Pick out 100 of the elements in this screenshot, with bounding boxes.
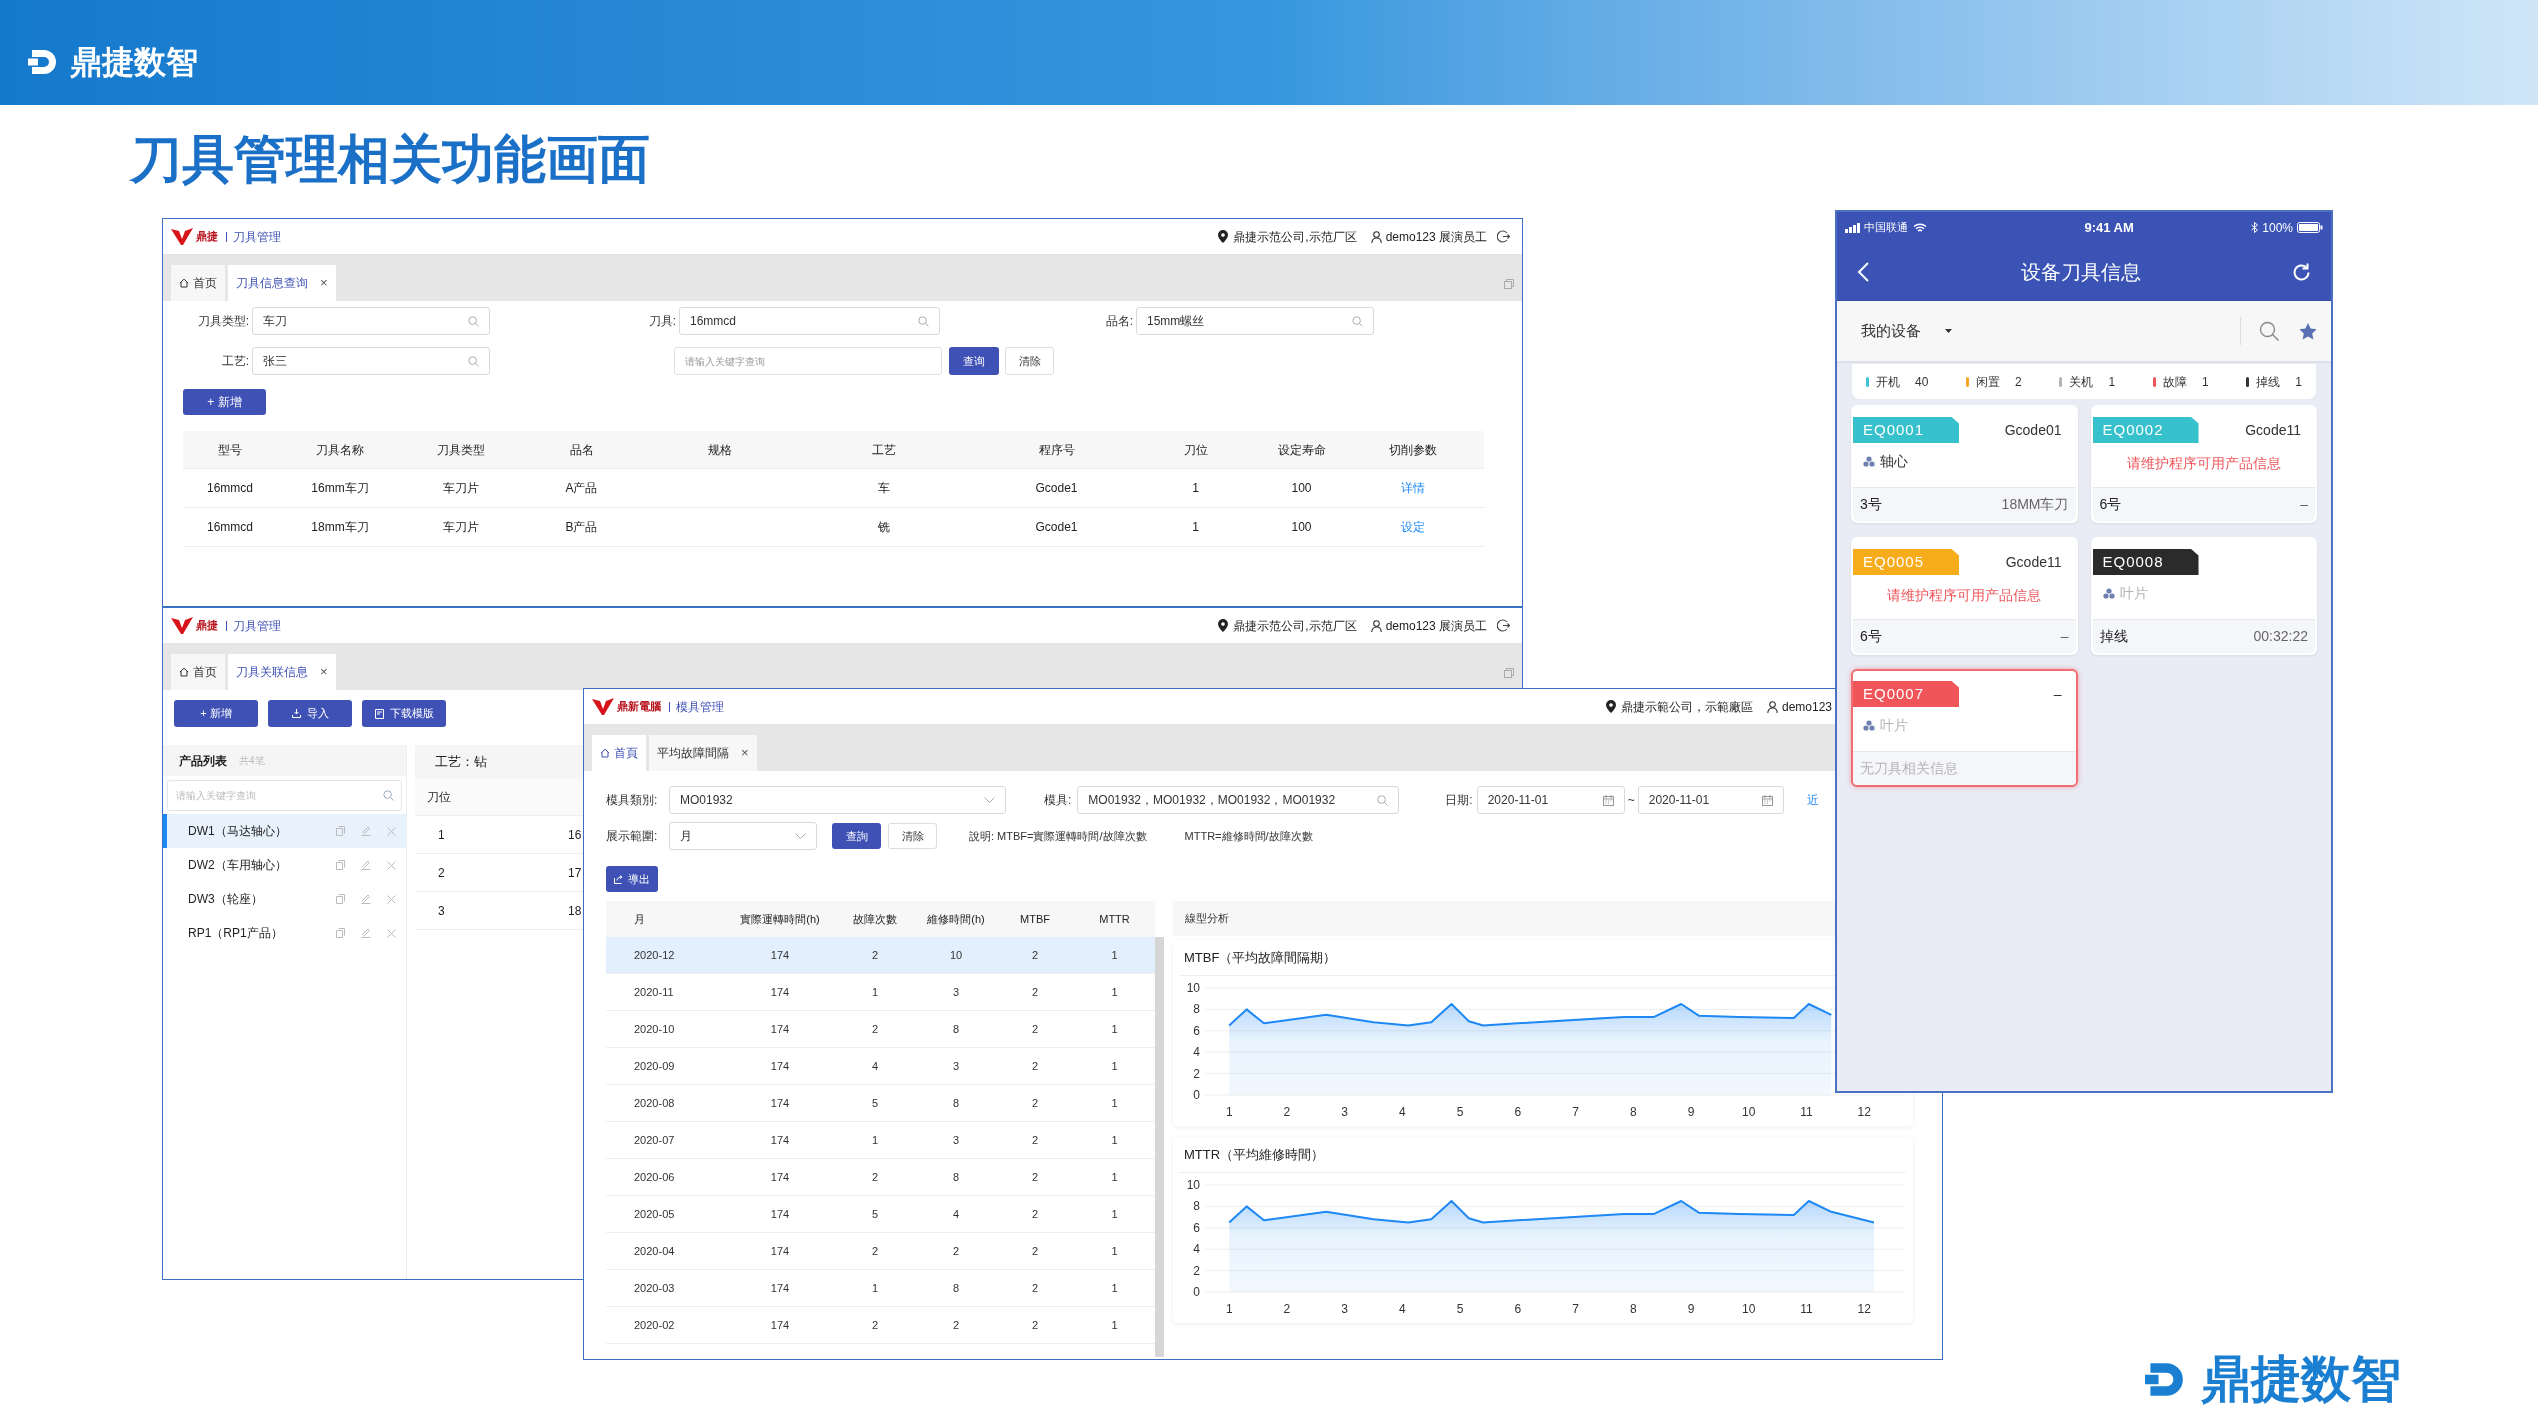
calendar-icon[interactable] [1761, 794, 1773, 806]
module-title: 刀具管理 [233, 617, 281, 635]
clear-button[interactable]: 清除 [888, 823, 937, 849]
window-restore-icon[interactable] [1504, 279, 1514, 289]
table-cell: 174 [770, 1170, 790, 1183]
axis-tick-label: 9 [1687, 1302, 1695, 1316]
download-icon [291, 709, 301, 718]
input-field[interactable]: 车刀 [252, 307, 490, 335]
search-field[interactable]: 请输入关键字查询 [167, 780, 402, 811]
column-header: 型号 [218, 442, 242, 457]
link[interactable]: 详情 [1400, 481, 1425, 495]
calendar-icon[interactable] [1602, 794, 1614, 806]
scrollbar[interactable] [1155, 937, 1164, 1357]
field-label: 展示範圍: [606, 828, 659, 845]
table-cell-text: 1 [438, 826, 446, 844]
delete-icon[interactable] [387, 860, 396, 870]
logout-icon[interactable] [1497, 230, 1510, 243]
device-card[interactable]: EQ0007 – 叶片 无刀具相关信息 [1851, 669, 2078, 787]
tab[interactable]: 首页 [171, 265, 225, 301]
tab[interactable]: 平均故障間隔 × [649, 735, 757, 771]
star-icon[interactable] [2299, 322, 2317, 340]
tool-text: 18MM车刀 [2001, 495, 2069, 514]
search-icon[interactable] [2259, 321, 2279, 341]
table-row[interactable]: 2020-12 174 2 10 2 1 [606, 937, 1155, 974]
logout-icon[interactable] [1497, 619, 1510, 632]
search-icon[interactable] [468, 355, 479, 367]
copy-icon[interactable] [336, 928, 345, 938]
search-icon[interactable] [1377, 794, 1389, 806]
table-cell: 174 [770, 1022, 790, 1035]
link[interactable]: 近 [1806, 791, 1819, 809]
table-cell: 2020-04 [634, 1244, 675, 1257]
search-icon[interactable] [1352, 315, 1363, 327]
axis-tick-label: 1 [1225, 1302, 1233, 1316]
table-cell: 1 [1111, 1022, 1118, 1035]
axis-tick-label: 10 [1186, 981, 1200, 995]
add-button[interactable]: + 新增 [174, 700, 258, 727]
clear-button[interactable]: 清除 [1005, 347, 1054, 375]
refresh-icon[interactable] [2292, 262, 2311, 282]
copy-icon[interactable] [336, 860, 345, 870]
input-field[interactable]: 16mmcd [679, 307, 940, 335]
device-card[interactable]: EQ0008 叶片 掉线 00:32:22 [2090, 537, 2317, 655]
tab[interactable]: 首頁 [592, 735, 646, 771]
link[interactable]: 设定 [1400, 520, 1425, 534]
query-button[interactable]: 查询 [949, 347, 999, 375]
tab[interactable]: 刀具关联信息 × [228, 654, 336, 690]
table-cell: 5 [871, 1096, 879, 1109]
table-cell: 8 [952, 1096, 960, 1109]
axis-tick-label: 6 [1193, 1023, 1200, 1038]
table-cell-text: 3 [438, 902, 446, 920]
input-field[interactable]: 2020-11-01 [1637, 786, 1784, 814]
back-icon[interactable] [1857, 262, 1869, 282]
user-icon [1766, 700, 1778, 713]
input-field[interactable]: 15mm螺丝 [1136, 307, 1374, 335]
copy-icon[interactable] [336, 826, 345, 836]
close-button[interactable]: × [320, 662, 328, 682]
tab[interactable]: 首页 [171, 654, 225, 690]
device-card[interactable]: EQ0002 Gcode11 请维护程序可用产品信息 6号 – [2090, 405, 2317, 523]
axis-tick-label: 8 [1193, 1002, 1200, 1017]
location-pin-icon [1218, 230, 1229, 243]
edit-icon[interactable] [361, 826, 371, 836]
table-cell: 174 [770, 1133, 790, 1146]
input-field[interactable]: 月 [669, 822, 817, 850]
delete-icon[interactable] [387, 928, 396, 938]
table-cell: 4 [871, 1059, 879, 1072]
list-item[interactable]: DW1（马达轴心） [163, 814, 406, 848]
close-button[interactable]: × [320, 273, 328, 293]
edit-icon[interactable] [361, 894, 371, 904]
export-button[interactable]: 導出 [606, 866, 658, 892]
edit-icon[interactable] [361, 860, 371, 870]
field-label: 日期: [1445, 792, 1473, 809]
input-field[interactable]: 2020-11-01 [1476, 786, 1625, 814]
legend-label: 掉线 [2256, 373, 2281, 391]
search-icon[interactable] [918, 315, 929, 327]
device-filter-dropdown[interactable]: 我的设备 [1861, 319, 1952, 343]
parts-icon [2102, 588, 2115, 599]
device-card[interactable]: EQ0005 Gcode11 请维护程序可用产品信息 6号 – [1851, 537, 2078, 655]
query-button[interactable]: 查詢 [832, 823, 881, 849]
device-tag: EQ0001 [1853, 417, 1959, 443]
legend-label: 闲置 [1976, 373, 2001, 391]
import-button[interactable]: 导入 [268, 700, 352, 727]
add-button[interactable]: + 新增 [183, 389, 266, 415]
tab[interactable]: 刀具信息查询 × [228, 265, 336, 301]
input-field[interactable]: MO01932，MO01932，MO01932，MO01932 [1077, 786, 1400, 814]
download-template-button[interactable]: 下载模版 [362, 700, 446, 727]
device-card[interactable]: EQ0001 Gcode01 轴心 3号 18MM车刀 [1851, 405, 2078, 523]
search-icon[interactable] [383, 790, 394, 801]
delete-icon[interactable] [387, 826, 396, 836]
range-separator: ~ [1627, 792, 1635, 809]
close-button[interactable]: × [741, 743, 749, 763]
window-restore-icon[interactable] [1504, 668, 1514, 678]
delete-icon[interactable] [387, 894, 396, 904]
location-pin-icon [1218, 619, 1229, 632]
column-header: 规格 [707, 442, 732, 457]
copy-icon[interactable] [336, 894, 345, 904]
edit-icon[interactable] [361, 928, 371, 938]
search-field[interactable]: 请输入关键字查询 [674, 347, 942, 375]
input-field[interactable]: MO01932 [669, 786, 1006, 814]
search-icon[interactable] [468, 315, 479, 327]
input-field[interactable]: 张三 [252, 347, 490, 375]
table-cell-text: 2 [438, 864, 446, 882]
